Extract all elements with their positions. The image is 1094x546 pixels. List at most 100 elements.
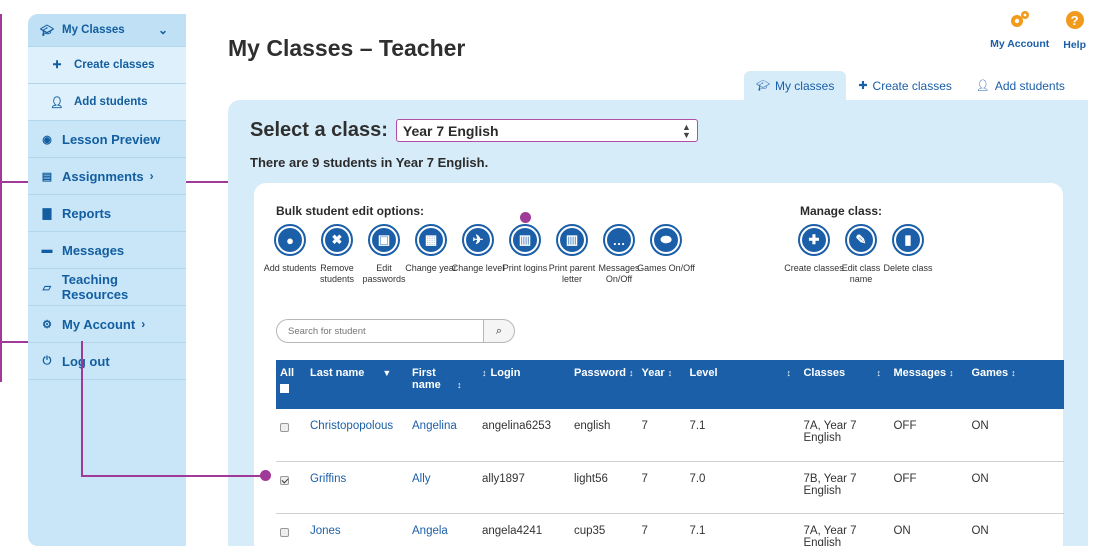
sidebar-item-add-students[interactable]: 👤︎ Add students	[28, 84, 186, 121]
row-checkbox[interactable]	[280, 423, 289, 432]
year-cell: 7	[637, 409, 686, 462]
add-user-icon: 👤︎	[50, 96, 64, 109]
annotation-line	[0, 14, 2, 382]
sidebar-item-lesson-preview[interactable]: ◉ Lesson Preview	[28, 121, 186, 158]
top-links: My Account ? Help	[990, 10, 1086, 51]
tab-add-students[interactable]: 👤︎ Add students	[964, 71, 1077, 100]
sidebar-item-create-classes[interactable]: ➕︎ Create classes	[28, 47, 186, 84]
col-last-name[interactable]: Last name ▼	[306, 360, 408, 409]
print-logins-button[interactable]: ▥ Print logins	[503, 224, 547, 285]
book-icon: ▤	[41, 170, 53, 183]
header-label: Classes	[803, 367, 846, 379]
sidebar-item-messages[interactable]: ▬ Messages	[28, 232, 186, 269]
messages-cell: OFF	[889, 461, 968, 514]
row-checkbox[interactable]	[280, 475, 289, 485]
tab-label: My classes	[774, 78, 835, 93]
col-year[interactable]: Year ↕	[637, 360, 686, 409]
sidebar-item-reports[interactable]: ▇ Reports	[28, 195, 186, 232]
user-icon: ●	[278, 228, 302, 252]
select-arrows-icon: ▲ ▼	[681, 121, 691, 140]
class-select-label: Select a class:	[250, 119, 388, 141]
chevron-right-icon: ›	[149, 169, 154, 183]
annotation-dot	[260, 470, 271, 481]
col-level[interactable]: Level ↕	[685, 360, 800, 409]
search-icon: ⌕	[495, 324, 503, 337]
chevron-right-icon: ›	[141, 317, 146, 331]
help-link[interactable]: ? Help	[1063, 10, 1086, 51]
first-name-link[interactable]: Angelina	[408, 409, 478, 462]
remove-students-button[interactable]: ✖ Remove students	[315, 224, 359, 285]
classes-cell: 7B, Year 7 English	[799, 461, 890, 514]
manage-class-heading: Manage class:	[800, 204, 883, 218]
col-classes[interactable]: Classes ↕	[799, 360, 890, 409]
col-password[interactable]: Password ↕	[570, 360, 638, 409]
main-panel: Select a class: Year 7 English ▲ ▼ There …	[228, 100, 1088, 546]
tab-my-classes[interactable]: 🎓︎ My classes	[744, 71, 847, 100]
class-select-value: Year 7 English	[402, 122, 499, 139]
change-level-button[interactable]: ✈︎ Change level	[452, 224, 504, 285]
level-cell: 7.1	[685, 409, 800, 462]
mortarboard-icon: 🎓︎	[756, 80, 770, 92]
col-games[interactable]: Games ↕	[967, 360, 1064, 409]
login-cell: angela4241	[478, 513, 570, 546]
sidebar-item-my-account[interactable]: ⚙ My Account ›	[28, 306, 186, 343]
sort-icon: ↕	[876, 368, 881, 378]
help-label: Help	[1063, 39, 1086, 51]
classes-cell: 7A, Year 7 English	[799, 513, 890, 546]
print-parent-letter-button[interactable]: ▥ Print parent letter	[549, 224, 595, 285]
sidebar-item-teaching-resources[interactable]: ▱ Teaching Resources	[28, 269, 186, 306]
printer-icon: ▥	[560, 228, 584, 252]
col-first-name[interactable]: First name ↕	[408, 360, 478, 409]
games-cell: ON	[967, 513, 1064, 546]
change-year-button[interactable]: ▦ Change year	[405, 224, 457, 285]
sidebar-item-label: My Classes	[62, 24, 125, 36]
bar-chart-icon: ▇	[42, 207, 52, 220]
search-button[interactable]: ⌕	[484, 319, 515, 343]
games-cell: ON	[967, 409, 1064, 462]
sort-down-icon: ▼	[382, 368, 392, 378]
mortarboard-icon: 🎓︎	[40, 24, 54, 37]
last-name-link[interactable]: Griffins	[306, 461, 408, 514]
select-all-checkbox[interactable]	[280, 384, 289, 393]
table-row: Griffins Ally ally1897 light56 7 7.0 7B,…	[276, 461, 1064, 514]
create-classes-button[interactable]: ✚ Create classes	[784, 224, 844, 285]
last-name-link[interactable]: Christopopolous	[306, 409, 408, 462]
edit-passwords-button[interactable]: ▣ Edit passwords	[362, 224, 406, 285]
plus-icon: ➕︎	[52, 58, 62, 71]
classes-cell: 7A, Year 7 English	[799, 409, 890, 462]
sidebar-item-my-classes[interactable]: 🎓︎ My Classes ⌄	[28, 14, 186, 47]
add-students-button[interactable]: ● Add students	[264, 224, 316, 285]
students-table: All Last name ▼ First name ↕ ↕ Login Passwo…	[276, 360, 1064, 546]
question-icon: ?	[1065, 11, 1084, 29]
first-name-link[interactable]: Angela	[408, 513, 478, 546]
messages-toggle-button[interactable]: … Messages On/Off	[597, 224, 641, 285]
games-cell: ON	[967, 461, 1064, 514]
level-cell: 7.1	[685, 513, 800, 546]
sidebar-item-log-out[interactable]: ⏻ Log out	[28, 343, 186, 380]
folder-icon: ▱	[42, 281, 52, 294]
edit-class-name-button[interactable]: ✎ Edit class name	[839, 224, 883, 285]
delete-class-button[interactable]: ▮ Delete class	[883, 224, 933, 285]
col-messages[interactable]: Messages ↕	[889, 360, 968, 409]
tab-create-classes[interactable]: ✚ Create classes	[846, 71, 964, 100]
first-name-link[interactable]: Ally	[408, 461, 478, 514]
row-checkbox[interactable]	[280, 527, 289, 537]
last-name-link[interactable]: Jones	[306, 513, 408, 546]
sidebar-item-assignments[interactable]: ▤ Assignments ›	[28, 158, 186, 195]
class-select[interactable]: Year 7 English ▲ ▼	[395, 119, 698, 142]
my-account-link[interactable]: My Account	[990, 10, 1049, 51]
header-label: Level	[689, 367, 718, 379]
table-header-row: All Last name ▼ First name ↕ ↕ Login Passwo…	[276, 360, 1064, 409]
add-user-icon: 👤︎	[975, 80, 990, 92]
col-all[interactable]: All	[276, 360, 306, 409]
eye-icon: ◉	[42, 133, 52, 146]
sidebar: 🎓︎ My Classes ⌄ ➕︎ Create classes 👤︎ Add…	[28, 14, 186, 546]
games-toggle-button[interactable]: ⬬ Games On/Off	[637, 224, 695, 285]
bulk-edit-heading: Bulk student edit options:	[276, 204, 424, 218]
edit-icon: ✎	[849, 228, 873, 252]
search-input[interactable]	[276, 319, 484, 343]
password-cell: cup35	[570, 513, 638, 546]
page-title: My Classes – Teacher	[228, 35, 466, 61]
password-cell: light56	[570, 461, 638, 514]
col-login[interactable]: ↕ Login	[478, 360, 570, 409]
